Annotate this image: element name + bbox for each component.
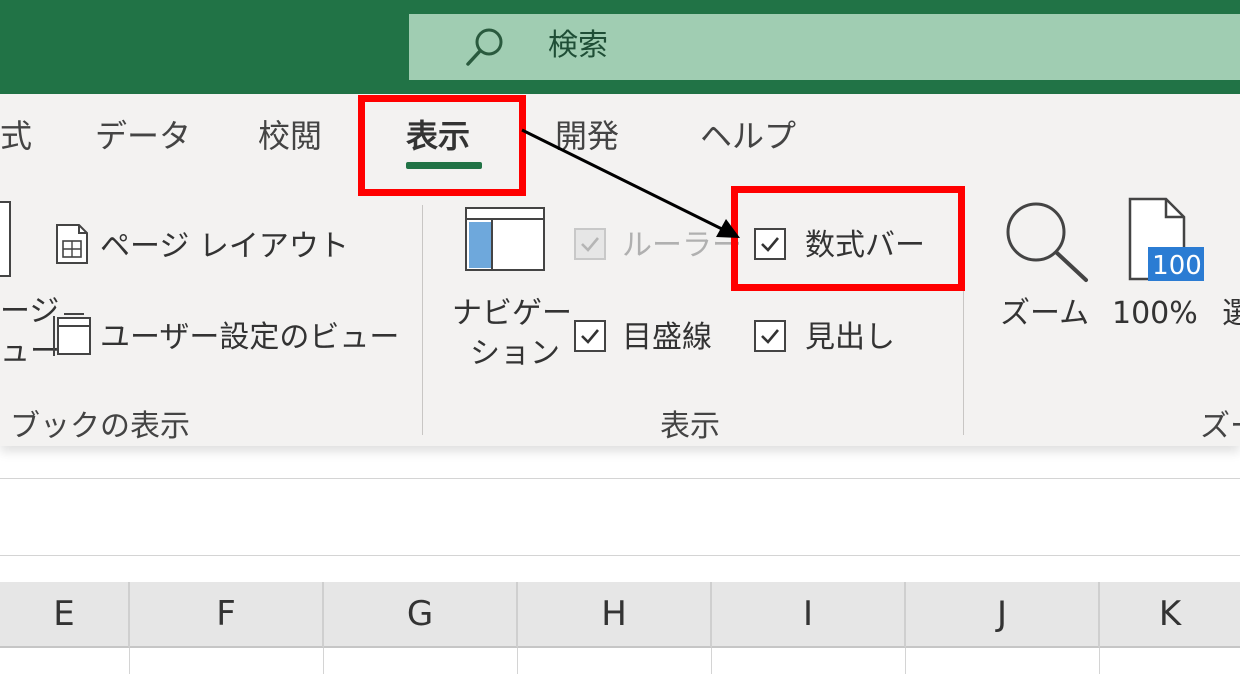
arrow-annotation — [521, 128, 740, 238]
